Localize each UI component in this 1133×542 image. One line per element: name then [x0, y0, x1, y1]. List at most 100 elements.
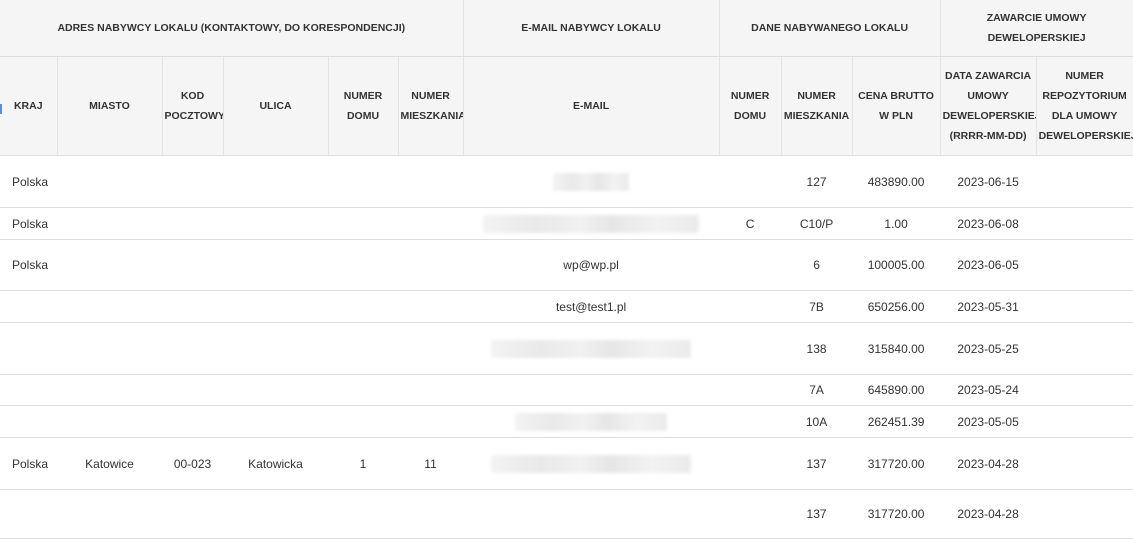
cell-numer-repozytorium	[1036, 322, 1133, 375]
column-header-kod-pocztowy[interactable]: KOD POCZTOWY	[162, 56, 224, 156]
cell-numer-repozytorium	[1036, 155, 1133, 208]
cell-numer-domu	[328, 489, 398, 539]
cell-numer-domu	[328, 239, 398, 291]
cell-ulica	[223, 489, 328, 539]
cell-ulica	[223, 290, 328, 323]
cell-miasto	[57, 489, 162, 539]
cell-lokal-numer-mieszkania: 6	[781, 239, 853, 291]
column-resize-handle[interactable]	[0, 104, 2, 114]
cell-cena-brutto: 262451.39	[852, 405, 941, 438]
column-header-ulica[interactable]: ULICA	[223, 56, 329, 156]
column-header-data-zawarcia[interactable]: DATA ZAWARCIA UMOWY DEWELOPERSKIEJ (RRRR…	[940, 56, 1037, 156]
cell-numer-repozytorium	[1036, 290, 1133, 323]
cell-lokal-numer-domu	[719, 155, 782, 208]
cell-email	[463, 374, 720, 406]
cell-miasto: Katowice	[57, 437, 162, 490]
column-header-kraj[interactable]: KRAJ	[0, 56, 58, 156]
cell-lokal-numer-mieszkania: C10/P	[781, 207, 853, 240]
cell-cena-brutto: 317720.00	[852, 437, 941, 490]
cell-kod-pocztowy: 00-023	[162, 437, 223, 490]
cell-numer-mieszkania	[398, 155, 464, 208]
group-header-buyer-email: E-MAIL NABYWCY LOKALU	[463, 0, 720, 57]
cell-numer-mieszkania	[398, 489, 464, 539]
cell-numer-repozytorium	[1036, 239, 1133, 291]
cell-ulica	[223, 239, 328, 291]
cell-numer-mieszkania	[398, 322, 464, 375]
cell-lokal-numer-domu	[719, 290, 782, 323]
cell-numer-mieszkania	[398, 374, 464, 406]
cell-miasto	[57, 155, 162, 208]
developer-contracts-table: ADRES NABYWCY LOKALU (KONTAKTOWY, DO KOR…	[0, 0, 1133, 539]
cell-cena-brutto: 315840.00	[852, 322, 941, 375]
cell-kod-pocztowy	[162, 322, 223, 375]
cell-ulica	[223, 155, 328, 208]
cell-lokal-numer-mieszkania: 138	[781, 322, 853, 375]
cell-email	[463, 322, 720, 375]
table-row[interactable]: 10A 262451.39 2023-05-05	[0, 405, 1133, 438]
cell-numer-domu	[328, 405, 398, 438]
cell-lokal-numer-mieszkania: 137	[781, 489, 853, 539]
cell-data-zawarcia: 2023-06-08	[940, 207, 1037, 240]
redacted-email	[515, 412, 668, 431]
column-header-lokal-numer-domu[interactable]: NUMER DOMU	[719, 56, 782, 156]
column-header-miasto[interactable]: MIASTO	[57, 56, 163, 156]
cell-kraj	[0, 405, 57, 438]
column-header-numer-mieszkania[interactable]: NUMER MIESZKANIA	[398, 56, 464, 156]
column-header-numer-domu[interactable]: NUMER DOMU	[328, 56, 399, 156]
column-header-lokal-numer-mieszkania[interactable]: NUMER MIESZKANIA	[781, 56, 853, 156]
cell-ulica	[223, 322, 328, 375]
cell-cena-brutto: 650256.00	[852, 290, 941, 323]
cell-miasto	[57, 374, 162, 406]
cell-kod-pocztowy	[162, 290, 223, 323]
cell-data-zawarcia: 2023-05-24	[940, 374, 1037, 406]
cell-miasto	[57, 322, 162, 375]
cell-lokal-numer-domu	[719, 322, 782, 375]
table-row[interactable]: test@test1.pl 7B 650256.00 2023-05-31	[0, 290, 1133, 323]
header-column-row: KRAJ MIASTO KOD POCZTOWY ULICA NUMER DOM…	[0, 56, 1133, 156]
cell-lokal-numer-domu	[719, 405, 782, 438]
cell-kraj	[0, 322, 57, 375]
table-row[interactable]: Polska wp@wp.pl 6 100005.00 2023-06-05	[0, 239, 1133, 291]
cell-numer-mieszkania	[398, 239, 464, 291]
cell-kraj: Polska	[0, 239, 57, 291]
table-row[interactable]: Polska C C10/P 1.00 2023-06-08	[0, 207, 1133, 240]
cell-miasto	[57, 405, 162, 438]
table-row[interactable]: Polska 127 483890.00 2023-06-15	[0, 155, 1133, 208]
cell-kod-pocztowy	[162, 374, 223, 406]
table-row[interactable]: 7A 645890.00 2023-05-24	[0, 374, 1133, 406]
cell-numer-domu	[328, 155, 398, 208]
cell-kraj: Polska	[0, 207, 57, 240]
cell-numer-mieszkania	[398, 405, 464, 438]
table-row[interactable]: Polska Katowice 00-023 Katowicka 1 11 137 31772…	[0, 437, 1133, 490]
cell-lokal-numer-domu	[719, 437, 782, 490]
cell-ulica	[223, 405, 328, 438]
cell-miasto	[57, 207, 162, 240]
cell-cena-brutto: 645890.00	[852, 374, 941, 406]
cell-email	[463, 489, 720, 539]
cell-numer-domu: 1	[328, 437, 398, 490]
cell-data-zawarcia: 2023-05-31	[940, 290, 1037, 323]
column-header-email[interactable]: E-MAIL	[463, 56, 720, 156]
cell-lokal-numer-mieszkania: 7B	[781, 290, 853, 323]
cell-numer-domu	[328, 374, 398, 406]
table-row[interactable]: 137 317720.00 2023-04-28	[0, 489, 1133, 539]
group-header-contract: ZAWARCIE UMOWY DEWELOPERSKIEJ	[940, 0, 1133, 57]
cell-ulica	[223, 207, 328, 240]
cell-lokal-numer-domu: C	[719, 207, 782, 240]
cell-lokal-numer-domu	[719, 239, 782, 291]
column-header-numer-repozytorium[interactable]: NUMER REPOZYTORIUM DLA UMOWY DEWELOPERSK…	[1036, 56, 1133, 156]
cell-kraj	[0, 290, 57, 323]
cell-numer-domu	[328, 290, 398, 323]
developer-contracts-table-container[interactable]: ADRES NABYWCY LOKALU (KONTAKTOWY, DO KOR…	[0, 0, 1133, 542]
table-body: Polska 127 483890.00 2023-06-15 Polska C C10/P…	[0, 155, 1133, 539]
cell-email	[463, 405, 720, 438]
cell-email	[463, 207, 720, 240]
cell-lokal-numer-mieszkania: 10A	[781, 405, 853, 438]
cell-numer-domu	[328, 207, 398, 240]
cell-lokal-numer-mieszkania: 137	[781, 437, 853, 490]
group-header-buyer-address: ADRES NABYWCY LOKALU (KONTAKTOWY, DO KOR…	[0, 0, 464, 57]
cell-numer-repozytorium	[1036, 437, 1133, 490]
column-header-cena-brutto[interactable]: CENA BRUTTO W PLN	[852, 56, 941, 156]
cell-kraj: Polska	[0, 155, 57, 208]
table-row[interactable]: 138 315840.00 2023-05-25	[0, 322, 1133, 375]
